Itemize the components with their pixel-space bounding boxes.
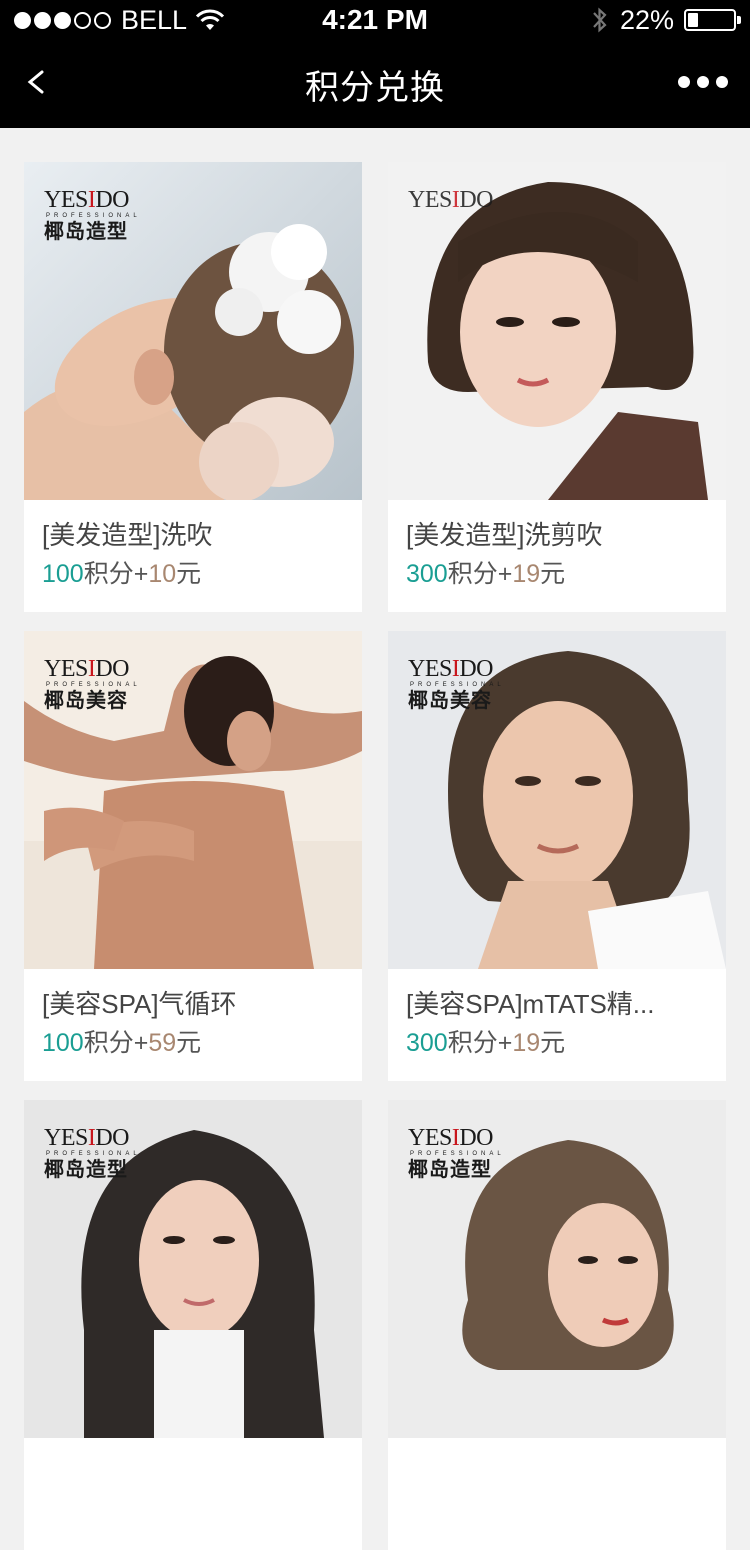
product-card-spa-circulation[interactable]: YESIDO PROFESSIONAL 椰岛美容 [美容SPA]气循环 100积… — [24, 631, 362, 1081]
status-bar: BELL 4:21 PM 22% — [0, 0, 750, 40]
product-image: YESIDO PROFESSIONAL 椰岛造型 — [24, 162, 362, 500]
product-image: YESIDO PROFESSIONAL 椰岛美容 — [388, 631, 726, 969]
nav-bar: 积分兑换 — [0, 40, 750, 128]
battery-icon — [684, 9, 741, 31]
more-icon — [678, 76, 690, 88]
product-price: 300积分+19元 — [406, 560, 566, 588]
brand-logo: YESIDO PROFESSIONAL 椰岛造型 — [44, 187, 141, 243]
brand-logo: YESIDO PROFESSIONAL 椰岛造型 — [44, 1125, 141, 1181]
product-price: 100积分+10元 — [42, 560, 202, 588]
product-price: 300积分+19元 — [406, 1029, 566, 1057]
product-card-partial[interactable]: YESIDO PROFESSIONAL 椰岛造型 — [24, 1100, 362, 1550]
product-image: YESIDO — [388, 162, 726, 500]
product-card-spa-mtats[interactable]: YESIDO PROFESSIONAL 椰岛美容 [美容SPA]mTATS精..… — [388, 631, 726, 1081]
page-title: 积分兑换 — [305, 69, 445, 107]
more-button[interactable] — [678, 76, 728, 88]
product-card-partial[interactable]: YESIDO PROFESSIONAL 椰岛造型 — [388, 1100, 726, 1550]
battery-percent: 22% — [619, 4, 674, 35]
product-title: [美容SPA]mTATS精... — [406, 989, 655, 1019]
product-card-wash-cut-blow[interactable]: YESIDO [美发造型]洗剪吹 300积分+19元 — [388, 162, 726, 612]
product-card-wash-blow[interactable]: YESIDO PROFESSIONAL 椰岛造型 [美发造型]洗吹 100积分+… — [24, 162, 362, 612]
product-price: 100积分+59元 — [42, 1029, 202, 1057]
status-right: 22% — [590, 4, 741, 35]
bluetooth-icon — [593, 7, 607, 33]
product-image: YESIDO PROFESSIONAL 椰岛造型 — [388, 1100, 726, 1438]
brand-logo: YESIDO — [408, 187, 494, 213]
brand-logo: YESIDO PROFESSIONAL 椰岛美容 — [408, 656, 505, 712]
brand-logo: YESIDO PROFESSIONAL 椰岛造型 — [408, 1125, 505, 1181]
product-title: [美发造型]洗剪吹 — [406, 520, 603, 550]
product-image: YESIDO PROFESSIONAL 椰岛造型 — [24, 1100, 362, 1438]
product-title: [美容SPA]气循环 — [42, 989, 237, 1019]
product-image: YESIDO PROFESSIONAL 椰岛美容 — [24, 631, 362, 969]
product-title: [美发造型]洗吹 — [42, 520, 213, 550]
brand-logo: YESIDO PROFESSIONAL 椰岛美容 — [44, 656, 141, 712]
